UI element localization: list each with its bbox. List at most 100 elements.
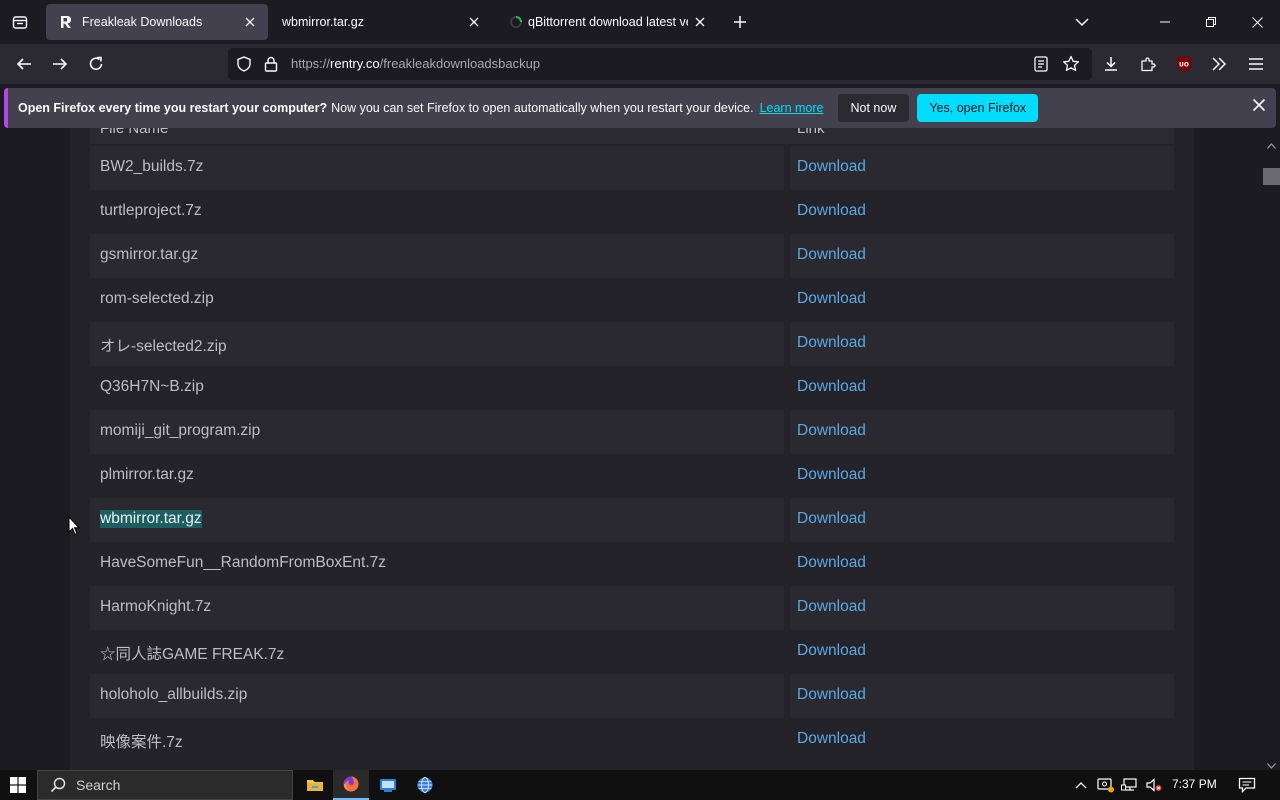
cell-divider: [784, 586, 790, 630]
download-link[interactable]: Download: [797, 422, 866, 440]
file-name-cell: HaveSomeFun__RandomFromBoxEnt.7z: [100, 554, 387, 571]
close-window-button[interactable]: [1234, 0, 1280, 44]
download-link[interactable]: Download: [797, 554, 866, 572]
downloads-button[interactable]: [1095, 48, 1127, 80]
not-now-button[interactable]: Not now: [837, 94, 910, 122]
table-row: turtleproject.7z Download: [90, 190, 1174, 234]
tab-title: wbmirror.tar.gz: [282, 15, 364, 29]
address-bar[interactable]: https://rentry.co/freakleakdownloadsback…: [228, 48, 1092, 80]
download-link[interactable]: Download: [797, 158, 866, 176]
minimize-button[interactable]: [1142, 0, 1188, 44]
remote-desktop-icon: [380, 779, 396, 792]
tray-network[interactable]: [1120, 770, 1140, 800]
cell-divider: [784, 278, 790, 322]
tab-qbittorrent[interactable]: qBittorrent download latest ver: [498, 4, 714, 40]
file-name-cell: 映像案件.7z: [100, 734, 183, 751]
lock-icon[interactable]: [264, 56, 278, 77]
notification-title: Open Firefox every time you restart your…: [18, 101, 328, 115]
header-file-name: File Name: [100, 128, 169, 137]
download-link[interactable]: Download: [797, 510, 866, 528]
scrollbar-thumb[interactable]: [1263, 168, 1280, 185]
back-button[interactable]: [8, 48, 40, 80]
file-name-cell: wbmirror.tar.gz: [100, 510, 202, 528]
plus-icon: [734, 16, 746, 28]
tracking-protection-shield-icon[interactable]: [236, 56, 252, 77]
learn-more-link[interactable]: Learn more: [760, 101, 824, 115]
download-link[interactable]: Download: [797, 642, 866, 660]
taskbar-search-box[interactable]: Search: [37, 770, 293, 800]
close-tab-icon[interactable]: [462, 10, 486, 34]
rentry-favicon-icon: [58, 14, 74, 30]
table-row: 映像案件.7z Download: [90, 718, 1174, 762]
tab-title: Freakleak Downloads: [82, 15, 203, 29]
file-name-cell: plmirror.tar.gz: [100, 466, 194, 483]
firefox-view-icon: [12, 16, 28, 29]
new-tab-button[interactable]: [726, 8, 754, 36]
cell-divider: [784, 146, 790, 190]
file-name-cell: gsmirror.tar.gz: [100, 246, 199, 263]
table-row: momiji_git_program.zip Download: [90, 410, 1174, 454]
download-link[interactable]: Download: [797, 246, 866, 264]
taskbar-globe-app[interactable]: [407, 770, 443, 800]
download-link[interactable]: Download: [797, 686, 866, 704]
show-hidden-icons-button[interactable]: [1072, 770, 1090, 800]
download-link[interactable]: Download: [797, 202, 866, 220]
list-all-tabs-button[interactable]: [1068, 8, 1096, 36]
more-tools-button[interactable]: [1203, 48, 1235, 80]
table-row: holoholo_allbuilds.zip Download: [90, 674, 1174, 718]
restore-icon: [1206, 17, 1216, 27]
close-icon: [1251, 16, 1263, 28]
close-tab-icon[interactable]: [238, 10, 262, 34]
taskbar-file-explorer[interactable]: [297, 770, 333, 800]
table-row: plmirror.tar.gz Download: [90, 454, 1174, 498]
scroll-up-arrow-icon[interactable]: [1267, 136, 1276, 154]
download-link[interactable]: Download: [797, 598, 866, 616]
ublock-origin-icon: UO: [1177, 56, 1191, 72]
reload-button[interactable]: [80, 48, 112, 80]
forward-button[interactable]: [44, 48, 76, 80]
cell-divider: [784, 410, 790, 454]
table-header: File Name Link: [90, 128, 1174, 144]
url-path: /freakleakdownloadsbackup: [379, 56, 541, 71]
taskbar-clock[interactable]: 7:37 PM: [1172, 777, 1217, 791]
start-button[interactable]: [0, 770, 36, 800]
table-row: rom-selected.zip Download: [90, 278, 1174, 322]
table-row: ☆同人誌GAME FREAK.7z Download: [90, 630, 1174, 674]
bookmark-star-icon[interactable]: [1062, 55, 1080, 78]
url-text[interactable]: https://rentry.co/freakleakdownloadsback…: [291, 56, 540, 71]
download-link[interactable]: Download: [797, 730, 866, 748]
tab-freakleak-downloads[interactable]: Freakleak Downloads: [46, 4, 268, 40]
download-icon: [1105, 57, 1117, 71]
security-warning-icon: [1097, 778, 1114, 793]
page-content: File Name Link BW2_builds.7z Download turt…: [0, 128, 1262, 770]
yes-open-firefox-button[interactable]: Yes, open Firefox: [917, 94, 1039, 122]
close-notification-icon[interactable]: [1252, 98, 1266, 115]
table-row: BW2_builds.7z Download: [90, 146, 1174, 190]
ublock-origin-button[interactable]: UO: [1168, 48, 1200, 80]
windows-logo-icon: [10, 777, 26, 793]
taskbar-firefox[interactable]: [333, 770, 369, 800]
tray-security-app[interactable]: [1096, 770, 1116, 800]
table-row: Q36H7N~B.zip Download: [90, 366, 1174, 410]
app-menu-button[interactable]: [1240, 48, 1272, 80]
download-link[interactable]: Download: [797, 466, 866, 484]
firefox-view-button[interactable]: [0, 4, 40, 40]
tray-volume[interactable]: [1144, 770, 1164, 800]
taskbar-remote-desktop[interactable]: [370, 770, 406, 800]
network-icon: [1121, 778, 1137, 791]
arrow-right-icon: [53, 58, 68, 70]
tab-wbmirror[interactable]: wbmirror.tar.gz: [270, 4, 492, 40]
file-name-cell: オレ-selected2.zip: [100, 338, 227, 355]
cell-divider: [784, 366, 790, 410]
reader-view-icon[interactable]: [1034, 56, 1048, 77]
extensions-button[interactable]: [1132, 48, 1164, 80]
action-center-button[interactable]: [1234, 770, 1260, 800]
download-link[interactable]: Download: [797, 378, 866, 396]
restore-button[interactable]: [1188, 0, 1234, 44]
download-link[interactable]: Download: [797, 290, 866, 308]
vertical-scrollbar[interactable]: [1262, 128, 1280, 770]
download-link[interactable]: Download: [797, 334, 866, 352]
close-tab-icon[interactable]: [688, 10, 712, 34]
firefox-icon: [343, 776, 359, 792]
search-icon: [50, 777, 66, 793]
